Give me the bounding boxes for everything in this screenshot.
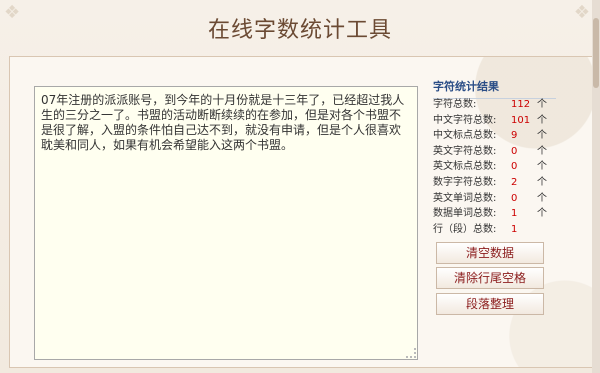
page-title: 在线字数统计工具 [207, 18, 392, 43]
stat-value: 0 [511, 145, 518, 157]
stat-row-total-chars: 字符总数: 112 个 [433, 97, 583, 113]
stat-unit: 个 [537, 161, 547, 173]
stat-label: 数字字符总数: [433, 176, 497, 188]
text-input-content[interactable]: 07年注册的派派账号，到今年的十月份就是十三年了，已经超过我人生的三分之一了。书… [41, 93, 411, 153]
textarea-resize-handle[interactable] [406, 348, 416, 358]
stat-label: 行（段）总数: [433, 223, 497, 235]
stat-unit: 个 [537, 145, 547, 157]
stat-row-english-words: 英文单词总数: 0 个 [433, 191, 583, 207]
stats-list: 字符总数: 112 个 中文字符总数: 101 个 中文标点总数: 9 个 英文… [433, 97, 583, 237]
stat-label: 英文字符总数: [433, 145, 497, 157]
stat-row-english-punct: 英文标点总数: 0 个 [433, 159, 583, 175]
paragraph-format-button[interactable]: 段落整理 [436, 293, 544, 315]
stat-label: 中文标点总数: [433, 130, 497, 142]
stat-value: 112 [511, 99, 531, 110]
stat-value: 0 [511, 161, 518, 173]
stat-unit: 个 [537, 99, 547, 110]
clear-data-button[interactable]: 清空数据 [436, 242, 544, 264]
stat-unit: 个 [537, 192, 547, 204]
results-title: 字符统计结果 [433, 78, 556, 99]
stat-row-number-words: 数据单词总数: 1 个 [433, 206, 583, 222]
stat-row-chinese-chars: 中文字符总数: 101 个 [433, 113, 583, 129]
stat-value: 2 [511, 176, 518, 188]
stat-row-digits: 数字字符总数: 2 个 [433, 175, 583, 191]
stat-unit: 个 [537, 130, 547, 142]
stat-value: 1 [511, 223, 518, 235]
stat-label: 中文字符总数: [433, 114, 497, 126]
stat-unit: 个 [537, 176, 547, 188]
stat-unit: 个 [537, 114, 547, 126]
stat-label: 字符总数: [433, 99, 477, 110]
stat-row-chinese-punct: 中文标点总数: 9 个 [433, 128, 583, 144]
stat-value: 9 [511, 130, 518, 142]
trim-trailing-spaces-button[interactable]: 清除行尾空格 [436, 267, 544, 289]
stat-unit: 个 [537, 208, 547, 220]
window-scrollbar[interactable] [592, 0, 600, 373]
stat-label: 英文标点总数: [433, 161, 497, 173]
text-input-area[interactable]: 07年注册的派派账号，到今年的十月份就是十三年了，已经超过我人生的三分之一了。书… [34, 86, 418, 360]
scrollbar-thumb[interactable] [593, 18, 599, 88]
stat-label: 英文单词总数: [433, 192, 497, 204]
stat-label: 数据单词总数: [433, 208, 497, 220]
stat-value: 0 [511, 192, 518, 204]
stat-value: 1 [511, 208, 518, 220]
stat-row-english-chars: 英文字符总数: 0 个 [433, 144, 583, 160]
stat-value: 101 [511, 114, 531, 126]
stat-row-lines: 行（段）总数: 1 [433, 222, 583, 238]
